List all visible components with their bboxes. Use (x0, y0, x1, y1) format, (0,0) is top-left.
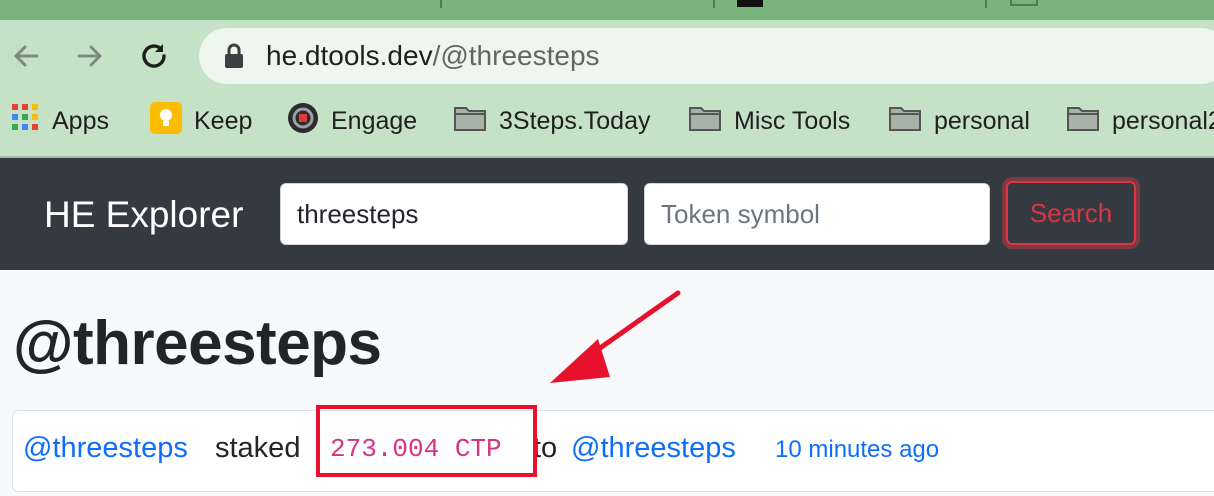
bookmark-label: Engage (331, 106, 418, 135)
bookmark-3steps-today[interactable]: 3Steps.Today (453, 104, 651, 138)
engage-icon (287, 102, 319, 141)
to-account-link[interactable]: @threesteps (571, 430, 736, 466)
bookmark-label: personal (934, 106, 1030, 135)
bookmark-label: Apps (52, 106, 109, 135)
tab-separator (985, 0, 987, 8)
from-account-link[interactable]: @threesteps (23, 430, 188, 466)
tab-favicon-icon[interactable] (1010, 0, 1038, 6)
bookmark-keep[interactable]: Keep (150, 101, 253, 141)
brand-logo[interactable]: HE Explorer (44, 193, 243, 237)
bookmark-apps[interactable]: Apps (12, 103, 109, 139)
token-symbol-input[interactable] (644, 183, 990, 245)
tab-separator (440, 0, 442, 8)
apps-grid-icon (12, 103, 40, 139)
url-domain: he.dtools.dev (266, 40, 433, 71)
folder-icon (1066, 104, 1100, 139)
bookmark-label: Misc Tools (734, 106, 851, 135)
bookmark-label: 3Steps.Today (499, 106, 651, 135)
bookmark-engage[interactable]: Engage (287, 102, 418, 141)
search-button-label: Search (1006, 181, 1136, 245)
address-url[interactable]: he.dtools.dev/@threesteps (266, 38, 600, 74)
tab-separator (713, 0, 715, 8)
lock-icon[interactable] (224, 43, 244, 74)
page-title: @threesteps (13, 309, 382, 378)
folder-icon (888, 104, 922, 139)
annotation-highlight-box (316, 405, 537, 477)
keep-icon (150, 101, 182, 141)
search-button[interactable]: Search (1002, 177, 1140, 249)
bookmark-label: Keep (194, 106, 253, 135)
back-arrow-icon[interactable] (8, 38, 44, 74)
tab-favicon-icon[interactable] (737, 0, 763, 7)
account-input[interactable] (280, 183, 628, 245)
action-text: staked (215, 432, 301, 464)
url-path: /@threesteps (432, 40, 600, 71)
folder-icon (688, 104, 722, 139)
timestamp-link[interactable]: 10 minutes ago (775, 432, 939, 468)
folder-icon (453, 104, 487, 139)
reload-icon[interactable] (136, 38, 172, 74)
bookmark-personal2[interactable]: personal2 (1066, 104, 1214, 138)
forward-arrow-icon[interactable] (72, 38, 108, 74)
bookmark-personal[interactable]: personal (888, 104, 1030, 138)
bookmark-misc-tools[interactable]: Misc Tools (688, 104, 850, 138)
bookmark-label: personal2 (1112, 106, 1214, 135)
annotation-arrow-icon (540, 285, 690, 400)
